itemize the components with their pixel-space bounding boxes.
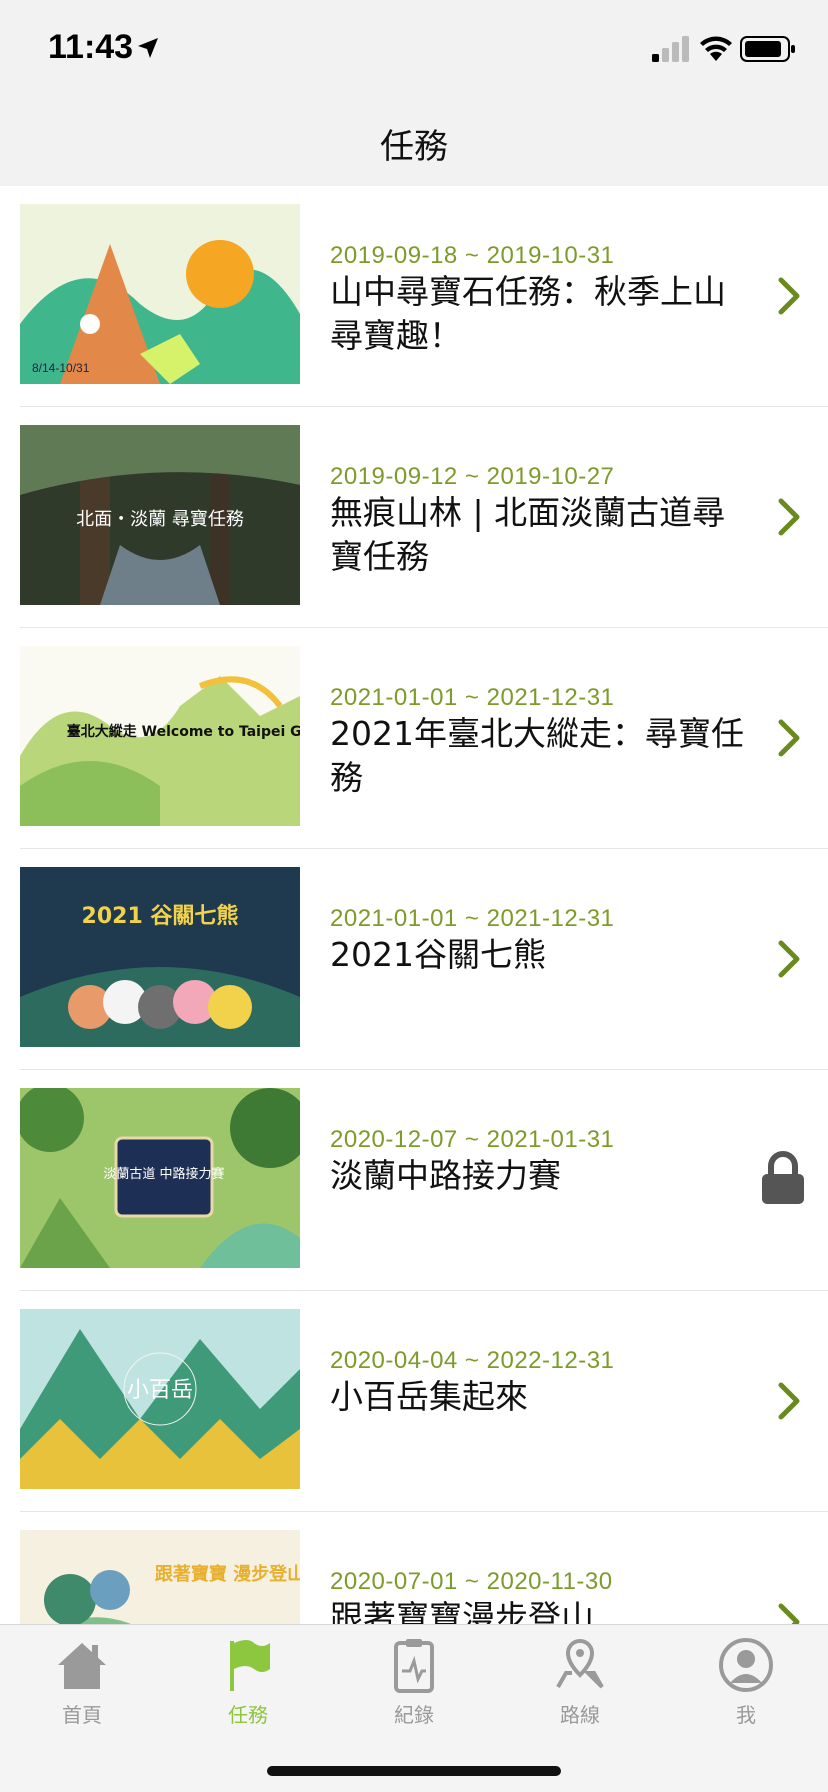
mission-title: 跟著寶寶漫步登山 — [330, 1598, 594, 1624]
thumbnail-caption: 淡蘭古道 中路接力賽 — [103, 1166, 224, 1182]
mission-thumbnail: 跟著寶寶 漫步登山 — [20, 1530, 300, 1624]
battery-icon — [740, 36, 795, 62]
mission-row[interactable]: 小百岳 2020-04-04 ~ 2022-12-31 小百岳集起來 — [0, 1291, 828, 1512]
mission-thumbnail: 臺北大縱走 Welcome to Taipei Grand Trail! — [20, 646, 300, 826]
person-icon — [719, 1638, 773, 1692]
thumbnail-caption: 北面・淡蘭 尋寶任務 — [76, 509, 244, 530]
home-indicator[interactable] — [267, 1766, 561, 1776]
mission-date: 2020-04-04 ~ 2022-12-31 — [330, 1347, 615, 1374]
lock-icon — [762, 1151, 804, 1204]
thumbnail-caption: 2021 谷關七熊 — [82, 903, 239, 929]
mission-title: 小百岳集起來 — [330, 1377, 528, 1416]
tab-label: 路線 — [560, 1703, 600, 1727]
chevron-right-icon — [778, 1382, 800, 1420]
tab-missions[interactable]: 任務 — [188, 1635, 308, 1735]
mission-row-locked[interactable]: 淡蘭古道 中路接力賽 2020-12-07 ~ 2021-01-31 淡蘭中路接… — [0, 1070, 828, 1291]
tab-label: 我 — [736, 1703, 756, 1727]
mission-date: 2020-12-07 ~ 2021-01-31 — [330, 1126, 615, 1153]
status-bar: 11:43 — [0, 0, 828, 100]
mission-row[interactable]: 8/14-10/31 2019-09-18 ~ 2019-10-31 山中尋寶石… — [0, 186, 828, 407]
mission-row[interactable]: 北面・淡蘭 尋寶任務 2019-09-12 ~ 2019-10-27 無痕山林 … — [0, 407, 828, 628]
mission-title: 2021谷關七熊 — [330, 935, 546, 974]
mission-row[interactable]: 2021 谷關七熊 2021-01-01 ~ 2021-12-31 2021谷關… — [0, 849, 828, 1070]
chevron-right-icon — [778, 277, 800, 315]
mission-screen: 11:43 任務 8/14-10/31 2019-09-18 ~ 2019-10… — [0, 0, 828, 1792]
mission-row[interactable]: 臺北大縱走 Welcome to Taipei Grand Trail! 202… — [0, 628, 828, 849]
mission-title: 2021年臺北大縱走：尋寶任務 — [330, 714, 744, 797]
thumbnail-caption: 臺北大縱走 Welcome to Taipei Grand Trail! — [67, 723, 300, 740]
mission-date: 2021-01-01 ~ 2021-12-31 — [330, 905, 615, 932]
flag-icon — [230, 1640, 270, 1691]
mission-thumbnail: 8/14-10/31 — [20, 204, 300, 384]
tab-me[interactable]: 我 — [686, 1635, 806, 1735]
thumbnail-caption: 跟著寶寶 漫步登山 — [155, 1563, 300, 1585]
tab-home[interactable]: 首頁 — [22, 1635, 142, 1735]
mission-title: 無痕山林 | 北面淡蘭古道尋寶任務 — [330, 493, 726, 576]
home-icon — [58, 1643, 106, 1689]
tab-label: 任務 — [228, 1703, 268, 1727]
mission-thumbnail: 2021 谷關七熊 — [20, 867, 300, 1047]
status-time: 11:43 — [48, 28, 134, 66]
tab-records[interactable]: 紀錄 — [354, 1635, 474, 1735]
mission-title: 淡蘭中路接力賽 — [330, 1156, 561, 1195]
clipboard-icon — [394, 1639, 434, 1693]
wifi-icon — [700, 36, 732, 61]
mission-thumbnail: 北面・淡蘭 尋寶任務 — [20, 425, 300, 605]
tab-routes[interactable]: 路線 — [520, 1635, 640, 1735]
mission-date: 2019-09-12 ~ 2019-10-27 — [330, 463, 615, 490]
mission-thumbnail: 小百岳 — [20, 1309, 300, 1489]
mission-row[interactable]: 跟著寶寶 漫步登山 2020-07-01 ~ 2020-11-30 跟著寶寶漫步… — [0, 1512, 828, 1624]
thumbnail-caption: 8/14-10/31 — [32, 361, 90, 375]
location-arrow-icon — [138, 38, 158, 58]
page-title: 任務 — [380, 126, 448, 167]
mission-date: 2019-09-18 ~ 2019-10-31 — [330, 242, 615, 269]
mission-date: 2020-07-01 ~ 2020-11-30 — [330, 1568, 613, 1595]
chevron-right-icon — [778, 498, 800, 536]
mission-title: 山中尋寶石任務：秋季上山尋寶趣！ — [330, 272, 726, 355]
tab-label: 首頁 — [62, 1703, 102, 1727]
map-pin-icon — [556, 1638, 604, 1689]
cellular-signal-icon — [652, 36, 689, 62]
chevron-right-icon — [778, 719, 800, 757]
navigation-bar: 任務 — [0, 100, 828, 186]
mission-date: 2021-01-01 ~ 2021-12-31 — [330, 684, 615, 711]
chevron-right-icon — [778, 1603, 800, 1624]
mission-list[interactable]: 8/14-10/31 2019-09-18 ~ 2019-10-31 山中尋寶石… — [0, 186, 828, 1624]
mission-thumbnail: 淡蘭古道 中路接力賽 — [20, 1088, 300, 1268]
chevron-right-icon — [778, 940, 800, 978]
thumbnail-caption: 小百岳 — [127, 1378, 193, 1403]
tab-label: 紀錄 — [394, 1703, 434, 1727]
